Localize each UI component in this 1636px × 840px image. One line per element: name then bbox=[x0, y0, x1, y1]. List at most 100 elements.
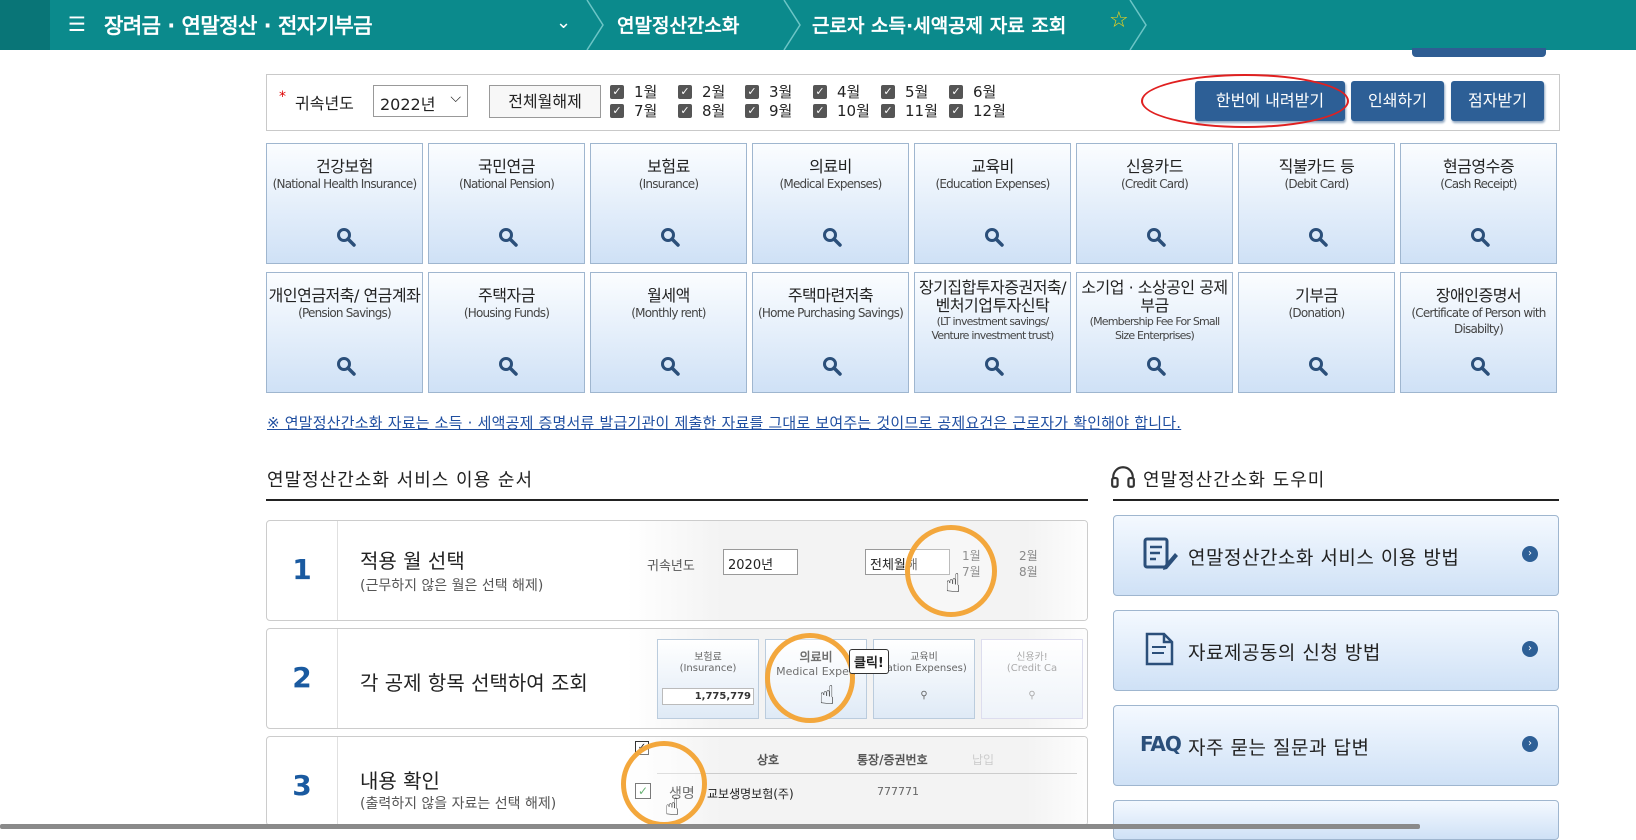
year-select[interactable]: 2022년 ⌵ bbox=[373, 85, 468, 117]
search-icon bbox=[661, 228, 680, 247]
deselect-all-months-button[interactable]: 전체월해제 bbox=[489, 85, 601, 118]
month-checkbox-10[interactable]: ✓ 10월 bbox=[813, 100, 870, 121]
checkbox-checked-icon[interactable]: ✓ bbox=[881, 84, 895, 99]
search-icon bbox=[985, 228, 1004, 247]
category-button-10[interactable]: 주택자금 (Housing Funds) bbox=[428, 272, 585, 393]
month-checkbox-11[interactable]: ✓ 11월 bbox=[881, 100, 938, 121]
nav-side-block bbox=[0, 0, 50, 50]
checkbox-checked-icon[interactable]: ✓ bbox=[949, 84, 963, 99]
month-label: 10월 bbox=[837, 102, 870, 120]
month-checkbox-3[interactable]: ✓ 3월 bbox=[745, 81, 792, 102]
category-button-16[interactable]: 장애인증명서 (Certificate of Person with Disabi… bbox=[1400, 272, 1557, 393]
steps-section-title: 연말정산간소화 서비스 이용 순서 bbox=[267, 470, 534, 491]
checkbox-checked-icon[interactable]: ✓ bbox=[745, 103, 759, 118]
category-label-en: (Debit Card) bbox=[1284, 177, 1350, 191]
help-faq-button[interactable]: FAQ 자주 묻는 질문과 답변 › bbox=[1113, 705, 1559, 786]
month-checkbox-4[interactable]: ✓ 4월 bbox=[813, 81, 860, 102]
category-button-1[interactable]: 건강보험 (National Health Insurance) bbox=[266, 143, 423, 264]
checkbox-checked-icon[interactable]: ✓ bbox=[813, 84, 827, 99]
year-label: 귀속년도 bbox=[295, 94, 354, 113]
hand-cursor-icon: ☝ bbox=[819, 681, 835, 711]
category-button-13[interactable]: 장기집합투자증권저축/ 벤처기업투자신탁 (LT investment savin… bbox=[914, 272, 1071, 393]
month-checkbox-2[interactable]: ✓ 2월 bbox=[678, 81, 725, 102]
month-label: 5월 bbox=[905, 83, 929, 101]
breadcrumb-separator bbox=[586, 0, 604, 50]
category-button-11[interactable]: 월세액 (Monthly rent) bbox=[590, 272, 747, 393]
menu-title[interactable]: 장려금 · 연말정산 · 전자기부금 bbox=[104, 10, 373, 40]
category-button-3[interactable]: 보험료 (Insurance) bbox=[590, 143, 747, 264]
search-icon bbox=[661, 357, 680, 376]
category-button-12[interactable]: 주택마련저축 (Home Purchasing Savings) bbox=[752, 272, 909, 393]
category-label: 장애인증명서 bbox=[1435, 286, 1522, 305]
checkbox-checked-icon[interactable]: ✓ bbox=[949, 103, 963, 118]
print-button[interactable]: 인쇄하기 bbox=[1351, 81, 1444, 121]
month-checkbox-1[interactable]: ✓ 1월 bbox=[610, 81, 657, 102]
month-checkbox-5[interactable]: ✓ 5월 bbox=[881, 81, 928, 102]
category-button-2[interactable]: 국민연금 (National Pension) bbox=[428, 143, 585, 264]
section-divider bbox=[1113, 499, 1559, 501]
help-usage-guide-button[interactable]: 연말정산간소화 서비스 이용 방법 › bbox=[1113, 515, 1559, 596]
chevron-right-icon: › bbox=[1522, 641, 1538, 657]
checkbox-checked-icon[interactable]: ✓ bbox=[610, 84, 624, 99]
notice-link[interactable]: ※ 연말정산간소화 자료는 소득 · 세액공제 증명서류 발급기관이 제출한 자… bbox=[267, 412, 1181, 433]
chevron-right-icon: › bbox=[1522, 546, 1538, 562]
illu-label-en: (Credit Ca bbox=[1006, 663, 1058, 674]
category-button-15[interactable]: 기부금 (Donation) bbox=[1238, 272, 1395, 393]
category-button-8[interactable]: 현금영수증 (Cash Receipt) bbox=[1400, 143, 1557, 264]
category-button-4[interactable]: 의료비 (Medical Expenses) bbox=[752, 143, 909, 264]
illu-label: 신용카! bbox=[1016, 652, 1048, 663]
month-checkbox-9[interactable]: ✓ 9월 bbox=[745, 100, 792, 121]
headset-icon bbox=[1111, 466, 1135, 488]
checkbox-checked-icon[interactable]: ✓ bbox=[881, 103, 895, 118]
category-label-en: (National Health Insurance) bbox=[272, 177, 417, 191]
star-icon[interactable]: ☆ bbox=[1109, 8, 1129, 33]
month-label: 6월 bbox=[973, 83, 997, 101]
month-checkbox-7[interactable]: ✓ 7월 bbox=[610, 100, 657, 121]
month-checkbox-8[interactable]: ✓ 8월 bbox=[678, 100, 725, 121]
category-button-5[interactable]: 교육비 (Education Expenses) bbox=[914, 143, 1071, 264]
step-number: 1 bbox=[267, 521, 338, 620]
checkbox-checked-icon[interactable]: ✓ bbox=[678, 84, 692, 99]
search-icon bbox=[1147, 228, 1166, 247]
month-label: 9월 bbox=[769, 102, 793, 120]
highlight-ring bbox=[621, 741, 707, 825]
category-label-en: (Certificate of Person with Disabilty) bbox=[1411, 306, 1546, 336]
month-checkbox-6[interactable]: ✓ 6월 bbox=[949, 81, 996, 102]
category-button-7[interactable]: 직불카드 등 (Debit Card) bbox=[1238, 143, 1395, 264]
category-label: 현금영수증 bbox=[1442, 157, 1515, 176]
breadcrumb-current-page[interactable]: 근로자 소득·세액공제 자료 조회 bbox=[812, 11, 1066, 38]
search-icon bbox=[337, 357, 356, 376]
chevron-down-icon[interactable]: ⌄ bbox=[556, 12, 571, 33]
help-consent-guide-button[interactable]: 자료제공동의 신청 방법 › bbox=[1113, 610, 1559, 691]
category-button-9[interactable]: 개인연금저축/ 연금계좌 (Pension Savings) bbox=[266, 272, 423, 393]
step-subtitle: (근무하지 않은 월은 선택 해제) bbox=[360, 578, 544, 594]
help-item-label: 연말정산간소화 서비스 이용 방법 bbox=[1188, 547, 1460, 569]
checkbox-checked-icon[interactable]: ✓ bbox=[610, 103, 624, 118]
section-divider bbox=[266, 499, 1088, 501]
illu-label: 보험료 bbox=[694, 652, 722, 663]
document-icon bbox=[1145, 632, 1174, 666]
month-checkbox-12[interactable]: ✓ 12월 bbox=[949, 100, 1006, 121]
category-button-14[interactable]: 소기업 · 소상공인 공제부금 (Membership Fee For Small… bbox=[1076, 272, 1233, 393]
chevron-down-icon: ⌵ bbox=[450, 90, 461, 106]
filter-bar: * 귀속년도 2022년 ⌵ 전체월해제 ✓ 1월 ✓ 7월 ✓ 2월 ✓ 8월 ✓ 3월 … bbox=[266, 74, 1560, 131]
month-label: 8월 bbox=[702, 102, 726, 120]
partial-button[interactable] bbox=[1412, 48, 1546, 57]
breadcrumb-yearend-simplified[interactable]: 연말정산간소화 bbox=[617, 11, 739, 38]
checkbox-checked-icon[interactable]: ✓ bbox=[745, 84, 759, 99]
hamburger-icon[interactable]: ☰ bbox=[68, 12, 86, 36]
horizontal-scrollbar[interactable] bbox=[0, 824, 1420, 829]
category-label: 교육비 bbox=[971, 157, 1014, 176]
month-label: 4월 bbox=[837, 83, 861, 101]
checkbox-checked-icon[interactable]: ✓ bbox=[813, 103, 827, 118]
search-icon bbox=[985, 357, 1004, 376]
month-label: 3월 bbox=[769, 83, 793, 101]
help-more-button[interactable] bbox=[1113, 800, 1559, 840]
braille-download-button[interactable]: 점자받기 bbox=[1451, 81, 1544, 121]
step-card-3: 3 내용 확인 (출력하지 않을 자료는 선택 해제) ✓ 상호 통장/증권번호… bbox=[266, 736, 1088, 826]
illu-cell: 777771 bbox=[877, 785, 919, 798]
search-icon: ⚲ bbox=[1028, 690, 1036, 701]
category-button-6[interactable]: 신용카드 (Credit Card) bbox=[1076, 143, 1233, 264]
checkbox-checked-icon[interactable]: ✓ bbox=[678, 103, 692, 118]
step-card-2: 2 각 공제 항목 선택하여 조회 보험료 (Insurance) 1,775,77… bbox=[266, 628, 1088, 729]
